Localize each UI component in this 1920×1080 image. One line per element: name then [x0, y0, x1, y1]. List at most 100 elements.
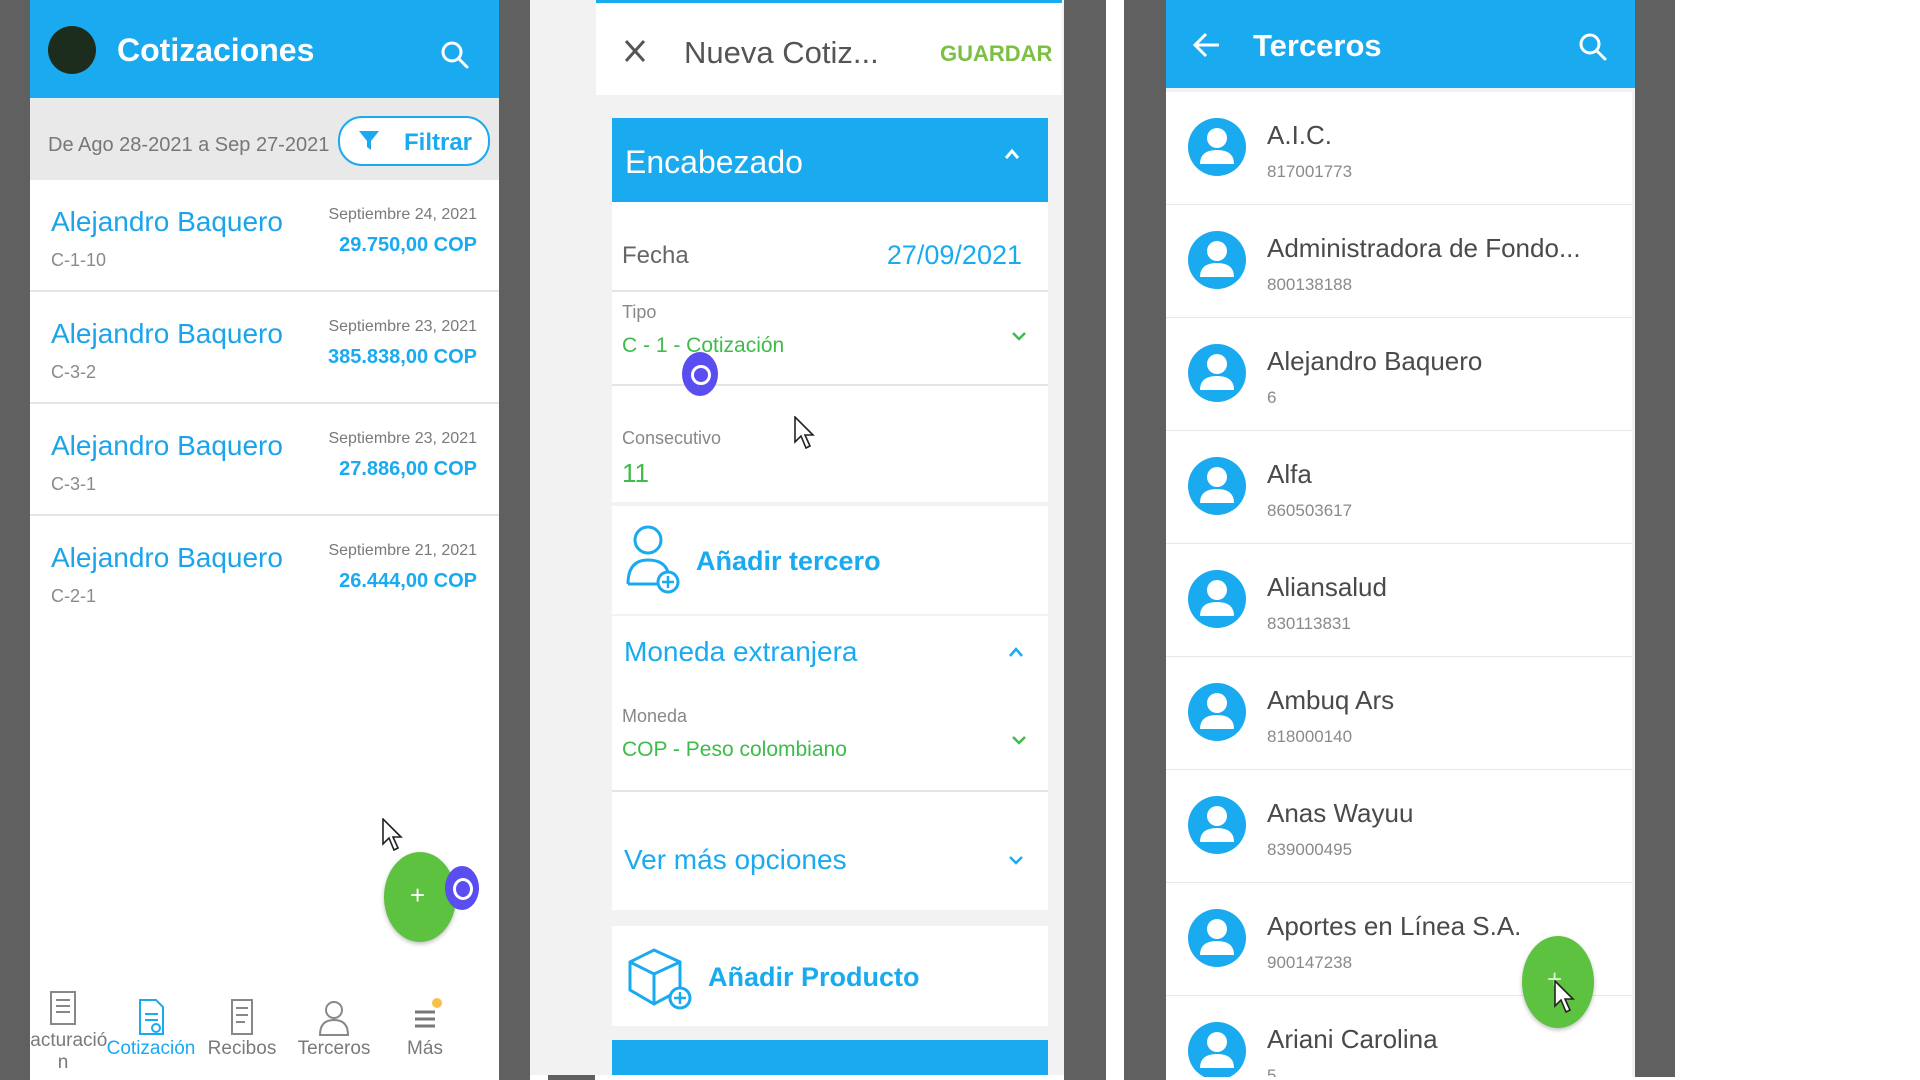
third-party-id: 5 — [1267, 1066, 1277, 1077]
filter-funnel-icon — [358, 130, 380, 152]
quotes-list-screen: Cotizaciones De Ago 28-2021 a Sep 27-202… — [30, 0, 499, 1080]
person-avatar-icon — [1188, 683, 1246, 741]
chevron-up-icon — [1008, 646, 1024, 658]
add-product-label: Añadir Producto — [708, 962, 920, 992]
quote-code: C-3-2 — [51, 362, 97, 382]
person-avatar-icon — [1188, 909, 1246, 967]
add-product-box-icon — [624, 942, 694, 1012]
third-party-name: Administradora de Fondo... — [1267, 233, 1581, 263]
third-party-name: A.I.C. — [1267, 120, 1333, 150]
tipo-select[interactable]: Tipo C - 1 - Cotización — [612, 292, 1048, 386]
background-strip-right — [1635, 0, 1675, 1077]
background-strip-left — [0, 0, 30, 1080]
more-options-label: Ver más opciones — [624, 844, 847, 875]
chevron-down-icon — [1008, 854, 1024, 866]
more-options-toggle[interactable]: Ver más opciones — [612, 792, 1048, 910]
date-range-text: De Ago 28-2021 a Sep 27-2021 — [48, 134, 330, 156]
person-icon — [317, 998, 351, 1038]
touch-indicator — [682, 352, 718, 396]
encabezado-section-body: Fecha 27/09/2021 Tipo C - 1 - Cotización… — [612, 202, 1048, 502]
third-party-name: Aportes en Línea S.A. — [1267, 911, 1522, 941]
receipt-icon — [225, 998, 259, 1038]
third-party-id: 830113831 — [1267, 614, 1351, 633]
back-arrow-icon[interactable] — [1193, 32, 1221, 58]
third-party-list-item[interactable]: A.I.C. 817001773 — [1166, 92, 1632, 206]
terceros-title: Terceros — [1253, 28, 1382, 63]
add-third-party-button[interactable]: Añadir tercero — [612, 506, 1048, 614]
quote-list-item[interactable]: Alejandro Baquero C-1-10 Septiembre 24, … — [30, 180, 499, 292]
third-party-id: 900147238 — [1267, 953, 1353, 972]
add-quote-fab[interactable]: + — [384, 852, 456, 942]
add-person-icon — [624, 524, 680, 596]
filter-button[interactable]: Filtrar — [338, 116, 490, 166]
new-quote-form-screen: Nueva Cotiz... GUARDAR Encabezado Fecha … — [530, 0, 1064, 1075]
close-icon[interactable] — [624, 39, 646, 63]
quote-client-name: Alejandro Baquero — [51, 318, 283, 349]
search-icon[interactable] — [440, 40, 470, 70]
nav-label-terceros: Terceros — [297, 1038, 371, 1059]
third-party-name: Aliansalud — [1267, 572, 1387, 602]
touch-indicator — [445, 866, 479, 910]
quote-list-item[interactable]: Alejandro Baquero C-3-1 Septiembre 23, 2… — [30, 404, 499, 516]
moneda-label: Moneda — [622, 706, 688, 726]
moneda-select[interactable]: Moneda COP - Peso colombiano — [612, 698, 1048, 792]
consecutivo-field[interactable]: Consecutivo 11 — [612, 386, 1048, 502]
person-avatar-icon — [1188, 344, 1246, 402]
nav-item-mas[interactable]: Más — [380, 998, 470, 1060]
person-avatar-icon — [1188, 796, 1246, 854]
nav-item-terceros[interactable]: Terceros — [289, 998, 379, 1060]
person-avatar-icon — [1188, 457, 1246, 515]
quote-amount: 385.838,00 COP — [328, 346, 477, 368]
third-party-list-item[interactable]: Administradora de Fondo... 800138188 — [1166, 205, 1632, 319]
nav-item-facturacion[interactable]: Facturació n — [30, 990, 108, 1074]
touch-indicator-ring — [691, 365, 711, 385]
quote-list-item[interactable]: Alejandro Baquero C-3-2 Septiembre 23, 2… — [30, 292, 499, 404]
person-avatar-icon — [1188, 1022, 1246, 1077]
quote-code: C-3-1 — [51, 474, 97, 494]
nav-item-cotizacion[interactable]: Cotización — [106, 998, 196, 1060]
quote-code: C-2-1 — [51, 586, 97, 606]
nav-item-recibos[interactable]: Recibos — [197, 998, 287, 1060]
third-party-list-item[interactable]: Aliansalud 830113831 — [1166, 544, 1632, 658]
tipo-label: Tipo — [622, 302, 657, 322]
third-party-list-item[interactable]: Ambuq Ars 818000140 — [1166, 657, 1632, 771]
consecutivo-value: 11 — [622, 458, 649, 488]
quote-date: Septiembre 23, 2021 — [328, 430, 477, 447]
fecha-label: Fecha — [622, 242, 689, 269]
third-party-id: 818000140 — [1267, 727, 1353, 746]
third-party-name: Alejandro Baquero — [1267, 346, 1483, 376]
encabezado-section-header[interactable]: Encabezado — [612, 118, 1048, 202]
mouse-cursor-icon — [794, 416, 816, 450]
third-party-list-item[interactable]: Alejandro Baquero 6 — [1166, 318, 1632, 432]
user-avatar[interactable] — [48, 26, 96, 74]
third-party-id: 817001773 — [1267, 162, 1353, 181]
save-button[interactable]: GUARDAR — [940, 41, 1052, 67]
chevron-down-icon — [1011, 330, 1027, 342]
consecutivo-label: Consecutivo — [622, 428, 722, 448]
search-icon[interactable] — [1578, 32, 1608, 62]
invoice-icon — [46, 990, 80, 1030]
person-avatar-icon — [1188, 118, 1246, 176]
add-product-button[interactable]: Añadir Producto — [612, 926, 1048, 1026]
nav-label-facturacion: Facturació n — [30, 1030, 108, 1073]
third-party-name: Ariani Carolina — [1267, 1024, 1438, 1054]
quote-client-name: Alejandro Baquero — [51, 542, 283, 573]
filter-label: Filtrar — [404, 129, 473, 156]
terceros-app-bar: Terceros — [1166, 0, 1635, 88]
fecha-value: 27/09/2021 — [886, 240, 1022, 270]
mouse-cursor-icon — [1554, 980, 1576, 1014]
quote-amount: 26.444,00 COP — [339, 570, 477, 592]
third-party-list-item[interactable]: Alfa 860503617 — [1166, 431, 1632, 545]
third-party-list-item[interactable]: Anas Wayuu 839000495 — [1166, 770, 1632, 884]
quote-code: C-1-10 — [51, 250, 107, 270]
background-strip-mid-right — [1064, 0, 1106, 1080]
fecha-field[interactable]: Fecha 27/09/2021 — [612, 202, 1048, 292]
quote-list-item[interactable]: Alejandro Baquero C-2-1 Septiembre 21, 2… — [30, 516, 499, 626]
app-bar: Cotizaciones — [30, 0, 499, 98]
next-section-header[interactable] — [612, 1040, 1048, 1075]
quote-client-name: Alejandro Baquero — [51, 206, 283, 237]
quote-amount: 29.750,00 COP — [339, 234, 477, 256]
chevron-up-icon — [1004, 148, 1020, 160]
third-party-id: 6 — [1267, 388, 1277, 407]
foreign-currency-section-toggle[interactable]: Moneda extranjera — [612, 616, 1048, 698]
